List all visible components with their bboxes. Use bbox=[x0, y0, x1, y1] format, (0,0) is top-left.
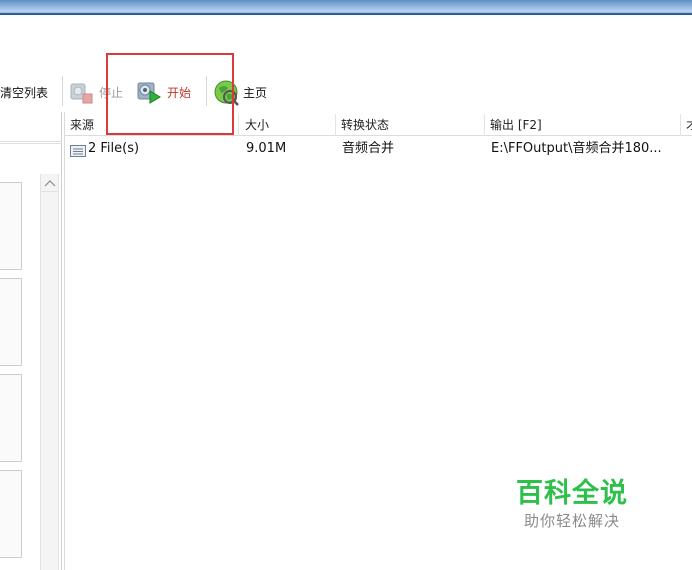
column-header-extra[interactable]: 才 bbox=[681, 114, 692, 136]
column-header-source[interactable]: 来源 bbox=[65, 114, 239, 136]
left-thumbnail[interactable] bbox=[0, 470, 22, 558]
toolbar-separator bbox=[62, 76, 63, 106]
home-globe-icon bbox=[212, 79, 239, 106]
left-panel bbox=[0, 112, 62, 570]
start-label: 开始 bbox=[167, 85, 192, 100]
app-window: 清空列表 停止 开始 主页 来源 大小 转换状态 输出 [F2] 2 File(… bbox=[0, 0, 692, 570]
scroll-up-arrow-icon[interactable] bbox=[41, 174, 58, 192]
left-panel-header bbox=[0, 112, 62, 142]
toolbar-separator bbox=[206, 76, 207, 106]
left-panel-divider bbox=[0, 142, 62, 144]
table-row[interactable]: 2 File(s) 9.01M 音频合并 E:\FFOutput\音频合并180… bbox=[64, 138, 692, 160]
file-list-icon bbox=[70, 143, 86, 157]
list-left-border bbox=[64, 112, 65, 570]
watermark-subtitle: 助你轻松解决 bbox=[524, 512, 621, 530]
start-button[interactable]: 开始 bbox=[136, 78, 191, 106]
cell-status: 音频合并 bbox=[342, 141, 395, 156]
left-thumbnail[interactable] bbox=[0, 182, 22, 270]
cell-source: 2 File(s) bbox=[68, 138, 240, 160]
left-thumbnail[interactable] bbox=[0, 278, 22, 366]
stop-label: 停止 bbox=[99, 85, 124, 100]
cell-output: E:\FFOutput\音频合并180... bbox=[491, 141, 662, 156]
watermark-title: 百科全说 bbox=[516, 478, 628, 509]
watermark: 百科全说 助你轻松解决 bbox=[516, 478, 656, 532]
column-header-status[interactable]: 转换状态 bbox=[336, 114, 485, 136]
stop-icon bbox=[68, 79, 94, 105]
home-label: 主页 bbox=[243, 85, 268, 100]
list-header: 来源 大小 转换状态 输出 [F2] 才 bbox=[64, 114, 692, 136]
clear-list-label: 清空列表 bbox=[0, 85, 49, 100]
column-header-size[interactable]: 大小 bbox=[240, 114, 336, 136]
cell-size: 9.01M bbox=[246, 141, 287, 156]
toolbar: 清空列表 停止 开始 主页 bbox=[0, 70, 692, 112]
start-icon bbox=[136, 79, 162, 105]
stop-button[interactable]: 停止 bbox=[68, 78, 123, 106]
left-vertical-scrollbar[interactable] bbox=[40, 174, 59, 570]
left-thumbnail[interactable] bbox=[0, 374, 22, 462]
source-text: 2 File(s) bbox=[88, 141, 140, 156]
home-button[interactable]: 主页 bbox=[212, 78, 267, 106]
clear-list-button[interactable]: 清空列表 bbox=[0, 78, 48, 106]
window-title-strip bbox=[0, 0, 692, 15]
column-header-output[interactable]: 输出 [F2] bbox=[485, 114, 681, 136]
